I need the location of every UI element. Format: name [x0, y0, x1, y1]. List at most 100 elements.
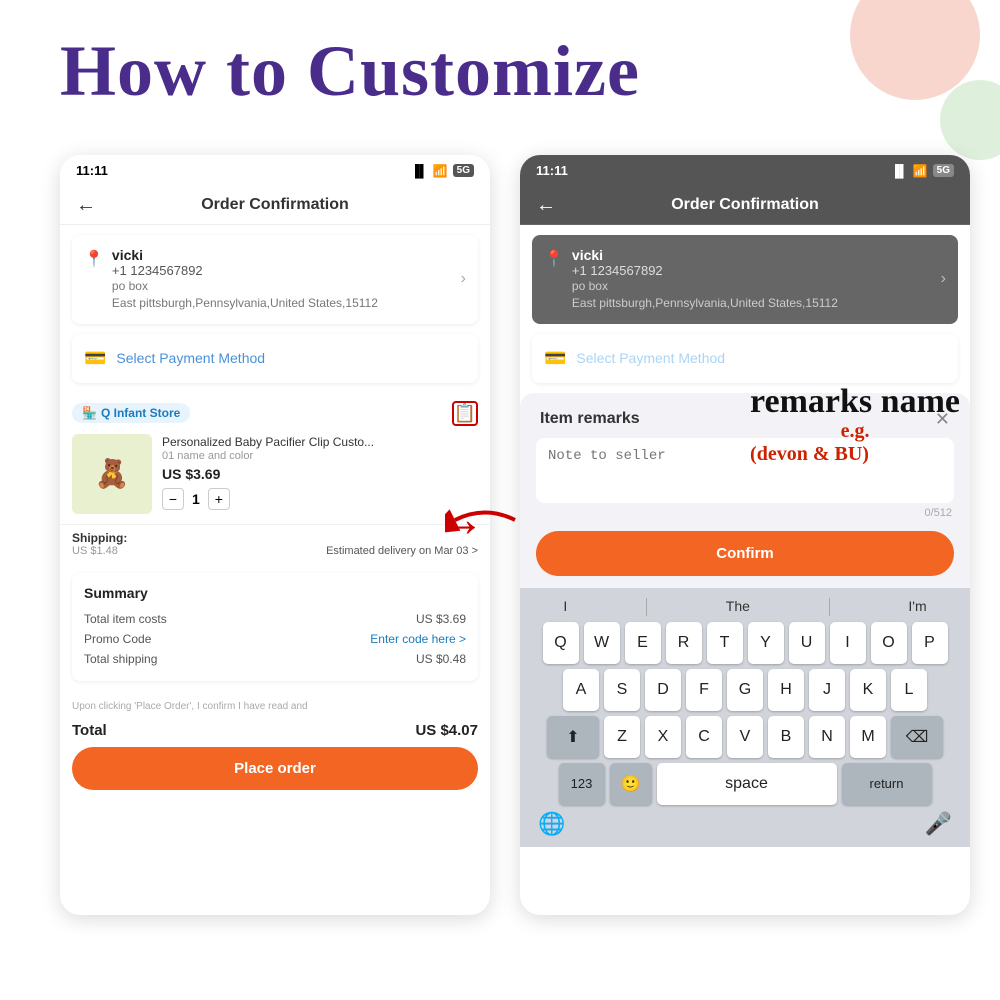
nav-title-right: Order Confirmation	[671, 196, 819, 214]
qty-minus-left[interactable]: −	[162, 488, 184, 510]
kb-suggestion-the[interactable]: The	[726, 598, 750, 616]
kb-123[interactable]: 123	[559, 763, 605, 805]
kb-f[interactable]: F	[686, 669, 722, 711]
summary-promo-label: Promo Code	[84, 632, 151, 646]
kb-v[interactable]: V	[727, 716, 763, 758]
summary-shipping-label: Total shipping	[84, 652, 157, 666]
back-button-right[interactable]: ←	[536, 194, 556, 217]
kb-o[interactable]: O	[871, 622, 907, 664]
cellular-badge: 5G	[453, 164, 474, 177]
remarks-title: Item remarks	[540, 410, 640, 428]
kb-divider-1	[646, 598, 647, 616]
kb-divider-2	[829, 598, 830, 616]
kb-x[interactable]: X	[645, 716, 681, 758]
annotation-line1: remarks name	[750, 383, 960, 420]
kb-y[interactable]: Y	[748, 622, 784, 664]
status-bar-left: 11:11 ▐▌ 📶 5G	[60, 155, 490, 186]
kb-space[interactable]: space	[657, 763, 837, 805]
kb-m[interactable]: M	[850, 716, 886, 758]
keyboard: I The I'm Q W E R T Y U I O P A	[520, 588, 970, 847]
kb-globe-icon[interactable]: 🌐	[538, 811, 565, 837]
summary-items-label: Total item costs	[84, 612, 167, 626]
kb-delete[interactable]: ⌫	[891, 716, 943, 758]
nav-title-left: Order Confirmation	[201, 196, 349, 214]
kb-h[interactable]: H	[768, 669, 804, 711]
addr-line1-left: po box	[112, 278, 453, 295]
confirm-button[interactable]: Confirm	[536, 531, 954, 576]
payment-card-left[interactable]: 💳 Select Payment Method	[72, 334, 478, 383]
cellular-badge-right: 5G	[933, 164, 954, 177]
kb-u[interactable]: U	[789, 622, 825, 664]
payment-label-left: Select Payment Method	[116, 350, 265, 366]
qty-num-left: 1	[192, 491, 200, 507]
product-title-left: Personalized Baby Pacifier Clip Custo...	[162, 434, 478, 451]
kb-l[interactable]: L	[891, 669, 927, 711]
addr-line2-right: East pittsburgh,Pennsylvania,United Stat…	[572, 295, 933, 312]
store-icon-left: 🏪	[82, 406, 97, 420]
time-left: 11:11	[76, 163, 108, 178]
signal-icon-right: ▐▌	[891, 164, 908, 178]
kb-return[interactable]: return	[842, 763, 932, 805]
addr-arrow-right: ›	[941, 270, 946, 288]
kb-emoji[interactable]: 🙂	[610, 763, 652, 805]
kb-row-3: ⬆ Z X C V B N M ⌫	[524, 716, 966, 758]
char-count: 0/512	[520, 507, 970, 525]
kb-row-2: A S D F G H J K L	[524, 669, 966, 711]
disclaimer-text-left: Upon clicking 'Place Order', I confirm I…	[72, 701, 478, 712]
kb-b[interactable]: B	[768, 716, 804, 758]
addr-name-left: vicki	[112, 247, 453, 263]
addr-arrow-left[interactable]: ›	[461, 270, 466, 288]
time-right: 11:11	[536, 163, 568, 178]
kb-i[interactable]: I	[830, 622, 866, 664]
kb-a[interactable]: A	[563, 669, 599, 711]
status-icons-right: ▐▌ 📶 5G	[891, 164, 954, 178]
summary-shipping-value: US $0.48	[416, 652, 466, 666]
summary-row-shipping: Total shipping US $0.48	[84, 649, 466, 669]
qty-plus-left[interactable]: +	[208, 488, 230, 510]
kb-suggestion-i[interactable]: I	[563, 598, 567, 616]
payment-icon-left: 💳	[84, 348, 106, 369]
kb-mic-icon[interactable]: 🎤	[925, 811, 952, 837]
product-details-left: Personalized Baby Pacifier Clip Custo...…	[162, 434, 478, 511]
signal-icon: ▐▌	[411, 164, 428, 178]
kb-e[interactable]: E	[625, 622, 661, 664]
kb-d[interactable]: D	[645, 669, 681, 711]
back-button-left[interactable]: ←	[76, 194, 96, 217]
address-card-right: 📍 vicki +1 1234567892 po box East pittsb…	[532, 235, 958, 324]
kb-suggestion-im[interactable]: I'm	[908, 598, 926, 616]
product-item-left: 🧸 Personalized Baby Pacifier Clip Custo.…	[60, 434, 490, 524]
kb-n[interactable]: N	[809, 716, 845, 758]
kb-s[interactable]: S	[604, 669, 640, 711]
kb-w[interactable]: W	[584, 622, 620, 664]
kb-row-1: Q W E R T Y U I O P	[524, 622, 966, 664]
addr-phone-right: +1 1234567892	[572, 263, 933, 278]
store-row-left: 🏪 Q Infant Store 📋	[60, 393, 490, 434]
summary-title-left: Summary	[84, 585, 466, 601]
left-phone: 11:11 ▐▌ 📶 5G ← Order Confirmation 📍 vic…	[60, 155, 490, 915]
note-icon-left[interactable]: 📋	[452, 401, 478, 426]
kb-p[interactable]: P	[912, 622, 948, 664]
store-name-left: Q Infant Store	[101, 406, 180, 420]
address-content-left: vicki +1 1234567892 po box East pittsbur…	[112, 247, 453, 312]
kb-j[interactable]: J	[809, 669, 845, 711]
right-phone: 11:11 ▐▌ 📶 5G ← Order Confirmation 📍 vic…	[520, 155, 970, 915]
location-icon-left: 📍	[84, 249, 104, 269]
kb-bottom-row: 123 🙂 space return	[524, 763, 966, 805]
arrow-svg	[445, 500, 525, 540]
kb-q[interactable]: Q	[543, 622, 579, 664]
summary-promo-value[interactable]: Enter code here >	[370, 632, 466, 646]
kb-c[interactable]: C	[686, 716, 722, 758]
kb-k[interactable]: K	[850, 669, 886, 711]
summary-items-value: US $3.69	[416, 612, 466, 626]
kb-g[interactable]: G	[727, 669, 763, 711]
kb-z[interactable]: Z	[604, 716, 640, 758]
kb-t[interactable]: T	[707, 622, 743, 664]
place-order-button[interactable]: Place order	[72, 747, 478, 790]
wifi-icon-right: 📶	[913, 164, 928, 178]
total-row-left: Total US $4.07	[60, 716, 490, 739]
nav-bar-left: ← Order Confirmation	[60, 186, 490, 225]
annotation-line2: e.g.	[750, 420, 960, 443]
kb-shift[interactable]: ⬆	[547, 716, 599, 758]
nav-bar-right: ← Order Confirmation	[520, 186, 970, 225]
kb-r[interactable]: R	[666, 622, 702, 664]
